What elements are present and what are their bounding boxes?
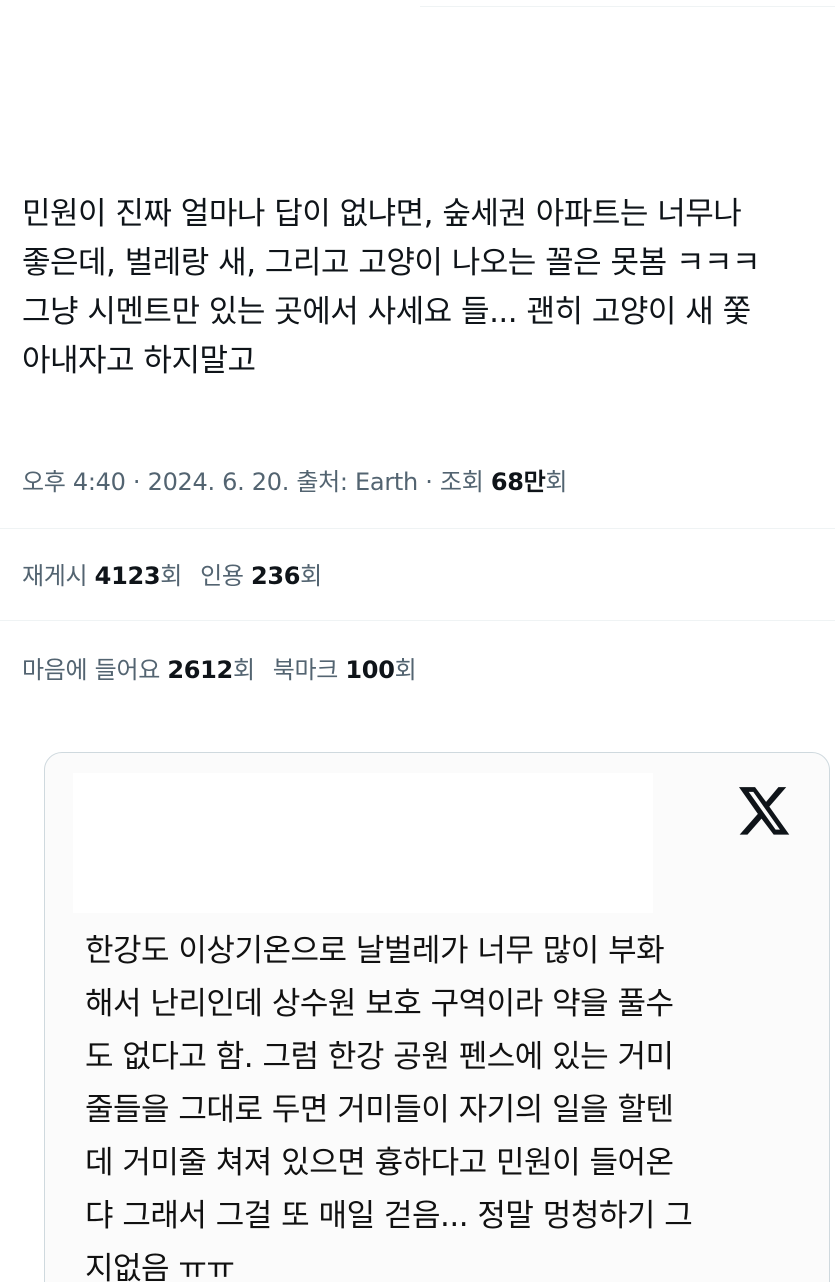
quotes-suffix: 회 — [300, 562, 322, 590]
tweet-date[interactable]: 2024. 6. 20. — [148, 468, 290, 496]
likes-suffix: 회 — [232, 656, 255, 684]
quote-line: 해서 난리인데 상수원 보호 구역이라 약을 풀수 — [85, 986, 674, 1022]
views-label: 조회 — [439, 468, 491, 496]
tweet-meta: 오후 4:40 · 2024. 6. 20. 출처: Earth · 조회 68… — [22, 462, 567, 497]
quotes-count: 236 — [250, 562, 301, 590]
bookmarks-stat[interactable]: 북마크 100회 — [273, 656, 417, 684]
quotes-stat[interactable]: 인용 236회 — [200, 562, 322, 590]
section-divider — [0, 528, 835, 529]
tweet-line: 민원이 진짜 얼마나 답이 없냐면, 숲세권 아파트는 너무나 — [22, 196, 742, 232]
tweet-time[interactable]: 오후 4:40 — [22, 468, 126, 496]
quote-line: 지없음 ㅠㅠ — [85, 1251, 235, 1282]
bookmarks-suffix: 회 — [394, 656, 417, 684]
engagement-stats-row-2: 마음에 들어요 2612회 북마크 100회 — [22, 650, 417, 685]
quote-line: 한강도 이상기온으로 날벌레가 너무 많이 부화 — [85, 933, 665, 969]
likes-label: 마음에 들어요 — [22, 656, 168, 684]
likes-stat[interactable]: 마음에 들어요 2612회 — [22, 656, 255, 684]
views-suffix: 회 — [545, 468, 568, 496]
meta-separator: · — [417, 468, 440, 496]
top-divider — [420, 6, 835, 7]
likes-count: 2612 — [167, 656, 233, 684]
bookmarks-label: 북마크 — [272, 656, 346, 684]
quoted-post-card[interactable]: 한강도 이상기온으로 날벌레가 너무 많이 부화 해서 난리인데 상수원 보호 … — [44, 752, 830, 1282]
tweet-line: 아내자고 하지말고 — [22, 343, 256, 379]
reposts-suffix: 회 — [160, 562, 183, 590]
engagement-stats-row-1: 재게시 4123회 인용 236회 — [22, 556, 322, 591]
meta-separator: · — [125, 468, 148, 496]
tweet-detail-page: 민원이 진짜 얼마나 답이 없냐면, 숲세권 아파트는 너무나 좋은데, 벌레랑… — [0, 0, 835, 1282]
quote-line: 데 거미줄 쳐져 있으면 흉하다고 민원이 들어온 — [85, 1145, 674, 1181]
tweet-line: 좋은데, 벌레랑 새, 그리고 고양이 나오는 꼴은 못봄 ㅋㅋㅋ — [22, 245, 761, 281]
views-count: 68만 — [490, 468, 546, 496]
tweet-line: 그냥 시멘트만 있는 곳에서 사세요 들... 괜히 고양이 새 쫓 — [22, 294, 751, 330]
tweet-source: 출처: Earth — [296, 468, 418, 496]
reposts-count: 4123 — [94, 562, 161, 590]
reposts-label: 재게시 — [22, 562, 95, 590]
bookmarks-count: 100 — [345, 656, 395, 684]
reposts-stat[interactable]: 재게시 4123회 — [22, 562, 182, 590]
tweet-body: 민원이 진짜 얼마나 답이 없냐면, 숲세권 아파트는 너무나 좋은데, 벌레랑… — [22, 190, 835, 386]
x-logo-icon — [739, 787, 790, 835]
quoted-post-text: 한강도 이상기온으로 날벌레가 너무 많이 부화 해서 난리인데 상수원 보호 … — [85, 925, 825, 1282]
redacted-author-area — [73, 773, 653, 913]
quote-line: 줄들을 그대로 두면 거미들이 자기의 일을 할텐 — [85, 1092, 674, 1128]
quote-line: 댜 그래서 그걸 또 매일 걷음... 정말 멍청하기 그 — [85, 1198, 693, 1234]
quote-line: 도 없다고 함. 그럼 한강 공원 펜스에 있는 거미 — [85, 1039, 674, 1075]
section-divider — [0, 620, 835, 621]
quotes-label: 인용 — [200, 562, 251, 590]
